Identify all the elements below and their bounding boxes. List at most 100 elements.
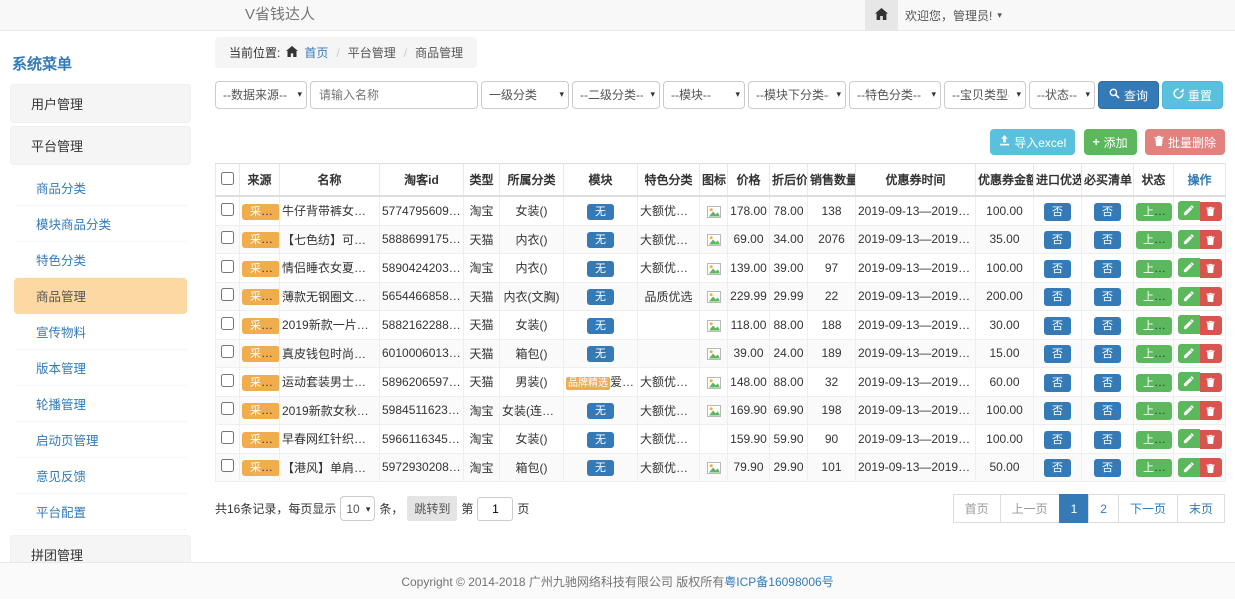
- must-buy-toggle[interactable]: 否: [1094, 260, 1121, 278]
- must-buy-toggle[interactable]: 否: [1094, 374, 1121, 392]
- row-checkbox[interactable]: [221, 203, 234, 216]
- sidebar-subitem-商品管理[interactable]: 商品管理: [14, 278, 187, 314]
- imported-toggle[interactable]: 否: [1044, 317, 1071, 335]
- module-badge[interactable]: 无: [587, 318, 614, 334]
- row-checkbox[interactable]: [221, 288, 234, 301]
- page-button-2[interactable]: 2: [1088, 494, 1119, 523]
- delete-button[interactable]: [1200, 316, 1222, 335]
- module-badge[interactable]: 无: [587, 460, 614, 476]
- must-buy-toggle[interactable]: 否: [1094, 345, 1121, 363]
- filter-level2-category[interactable]: --二级分类--▾: [572, 81, 660, 109]
- edit-button[interactable]: [1178, 344, 1200, 363]
- filter-name-input[interactable]: [310, 81, 478, 109]
- filter-module[interactable]: --模块--▾: [663, 81, 745, 109]
- reset-button[interactable]: 重置: [1162, 81, 1223, 109]
- delete-button[interactable]: [1200, 287, 1222, 306]
- delete-button[interactable]: [1200, 230, 1222, 249]
- filter-status[interactable]: --状态--▾: [1029, 81, 1095, 109]
- imported-toggle[interactable]: 否: [1044, 431, 1071, 449]
- status-badge[interactable]: 上架: [1136, 288, 1172, 306]
- row-checkbox[interactable]: [221, 402, 234, 415]
- home-button[interactable]: [865, 0, 898, 30]
- module-badge[interactable]: 无: [587, 403, 614, 419]
- imported-toggle[interactable]: 否: [1044, 231, 1071, 249]
- status-badge[interactable]: 上架: [1136, 203, 1172, 221]
- per-page-select[interactable]: 10 ▾: [340, 496, 375, 521]
- page-button-1[interactable]: 1: [1059, 494, 1090, 523]
- delete-button[interactable]: [1200, 373, 1222, 392]
- must-buy-toggle[interactable]: 否: [1094, 231, 1121, 249]
- row-checkbox[interactable]: [221, 231, 234, 244]
- edit-button[interactable]: [1178, 401, 1200, 420]
- status-badge[interactable]: 上架: [1136, 431, 1172, 449]
- edit-button[interactable]: [1178, 458, 1200, 477]
- status-badge[interactable]: 上架: [1136, 374, 1172, 392]
- sidebar-subitem-启动页管理[interactable]: 启动页管理: [14, 422, 187, 458]
- imported-toggle[interactable]: 否: [1044, 288, 1071, 306]
- module-badge[interactable]: 无: [587, 204, 614, 220]
- row-checkbox[interactable]: [221, 260, 234, 273]
- sidebar-subitem-商品分类[interactable]: 商品分类: [14, 170, 187, 206]
- edit-button[interactable]: [1178, 315, 1200, 334]
- batch-delete-button[interactable]: 批量删除: [1145, 129, 1225, 155]
- edit-button[interactable]: [1178, 429, 1200, 448]
- sidebar-subitem-轮播管理[interactable]: 轮播管理: [14, 386, 187, 422]
- page-button-末页[interactable]: 末页: [1177, 494, 1225, 523]
- imported-toggle[interactable]: 否: [1044, 459, 1071, 477]
- row-checkbox[interactable]: [221, 374, 234, 387]
- sidebar-item-拼团管理[interactable]: 拼团管理: [10, 535, 191, 562]
- user-menu[interactable]: 欢迎您，管理员! ▾: [905, 0, 1002, 30]
- module-badge[interactable]: 无: [587, 261, 614, 277]
- must-buy-toggle[interactable]: 否: [1094, 402, 1121, 420]
- edit-button[interactable]: [1178, 201, 1200, 220]
- delete-button[interactable]: [1200, 344, 1222, 363]
- imported-toggle[interactable]: 否: [1044, 203, 1071, 221]
- must-buy-toggle[interactable]: 否: [1094, 203, 1121, 221]
- sidebar-subitem-宣传物料[interactable]: 宣传物料: [14, 314, 187, 350]
- edit-button[interactable]: [1178, 372, 1200, 391]
- filter-level1-category[interactable]: 一级分类▾: [481, 81, 569, 109]
- filter-module-sub-category[interactable]: --模块下分类--▾: [748, 81, 846, 109]
- edit-button[interactable]: [1178, 258, 1200, 277]
- must-buy-toggle[interactable]: 否: [1094, 317, 1121, 335]
- filter-feature-category[interactable]: --特色分类--▾: [849, 81, 941, 109]
- imported-toggle[interactable]: 否: [1044, 260, 1071, 278]
- page-button-下一页[interactable]: 下一页: [1118, 494, 1178, 523]
- sidebar-item-平台管理[interactable]: 平台管理: [10, 126, 191, 165]
- import-excel-button[interactable]: 导入excel: [990, 129, 1075, 155]
- sidebar-subitem-特色分类[interactable]: 特色分类: [14, 242, 187, 278]
- status-badge[interactable]: 上架: [1136, 345, 1172, 363]
- imported-toggle[interactable]: 否: [1044, 402, 1071, 420]
- must-buy-toggle[interactable]: 否: [1094, 288, 1121, 306]
- module-badge[interactable]: 无: [587, 346, 614, 362]
- status-badge[interactable]: 上架: [1136, 459, 1172, 477]
- delete-button[interactable]: [1200, 430, 1222, 449]
- imported-toggle[interactable]: 否: [1044, 345, 1071, 363]
- status-badge[interactable]: 上架: [1136, 317, 1172, 335]
- module-badge[interactable]: 无: [587, 432, 614, 448]
- row-checkbox[interactable]: [221, 345, 234, 358]
- sidebar-subitem-版本管理[interactable]: 版本管理: [14, 350, 187, 386]
- jump-page-input[interactable]: [477, 497, 513, 521]
- delete-button[interactable]: [1200, 202, 1222, 221]
- row-checkbox[interactable]: [221, 317, 234, 330]
- delete-button[interactable]: [1200, 259, 1222, 278]
- sidebar-subitem-模块商品分类[interactable]: 模块商品分类: [14, 206, 187, 242]
- edit-button[interactable]: [1178, 230, 1200, 249]
- must-buy-toggle[interactable]: 否: [1094, 459, 1121, 477]
- delete-button[interactable]: [1200, 401, 1222, 420]
- imported-toggle[interactable]: 否: [1044, 374, 1071, 392]
- breadcrumb-home-link[interactable]: 首页: [304, 44, 328, 61]
- select-all-checkbox[interactable]: [221, 172, 234, 185]
- status-badge[interactable]: 上架: [1136, 231, 1172, 249]
- sidebar-subitem-意见反馈[interactable]: 意见反馈: [14, 458, 187, 494]
- sidebar-item-用户管理[interactable]: 用户管理: [10, 84, 191, 123]
- must-buy-toggle[interactable]: 否: [1094, 431, 1121, 449]
- query-button[interactable]: 查询: [1098, 81, 1159, 109]
- row-checkbox[interactable]: [221, 431, 234, 444]
- icp-link[interactable]: 粤ICP备16098006号: [724, 573, 833, 590]
- status-badge[interactable]: 上架: [1136, 402, 1172, 420]
- filter-data-source[interactable]: --数据来源--▾: [215, 81, 307, 109]
- module-badge[interactable]: 无: [587, 232, 614, 248]
- status-badge[interactable]: 上架: [1136, 260, 1172, 278]
